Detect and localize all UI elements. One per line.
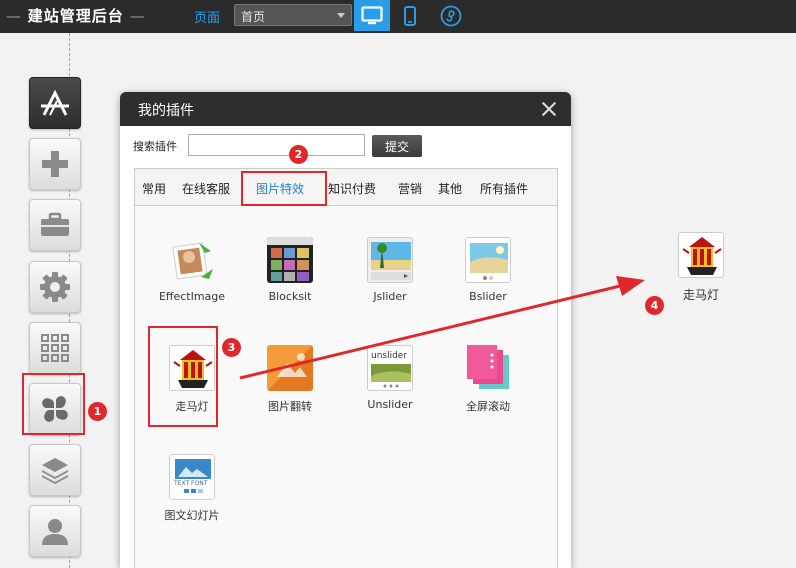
plugin-label: EffectImage — [158, 290, 226, 303]
plugin-item-unslider[interactable]: unslider Unslider — [350, 345, 430, 411]
page-label: 页面 — [194, 11, 221, 26]
plugin-item-jslider[interactable]: Jslider — [350, 237, 430, 303]
desktop-view-button[interactable] — [354, 0, 390, 31]
search-input[interactable] — [188, 134, 365, 156]
effectimage-icon — [169, 237, 215, 283]
desktop-icon — [361, 5, 383, 24]
plugin-label: 全屏滚动 — [466, 400, 510, 413]
jslider-icon — [367, 237, 413, 283]
app-title: — 建站管理后台 — — [6, 7, 146, 25]
plugin-item-image-flip[interactable]: 图片翻转 — [250, 345, 330, 414]
mobile-icon — [404, 5, 416, 26]
grid-icon — [41, 334, 69, 362]
unslider-icon: unslider — [367, 345, 413, 391]
plugin-tabs: 常用 在线客服 图片特效 知识付费 营销 其他 所有插件 — [134, 168, 558, 206]
plugin-label: 图片翻转 — [268, 400, 312, 413]
sidebar-item-grid[interactable] — [29, 322, 81, 374]
mini-program-view-button[interactable] — [433, 0, 469, 31]
tab-common[interactable]: 常用 — [142, 180, 166, 197]
tab-paid-knowledge[interactable]: 知识付费 — [328, 180, 376, 197]
dialog-title: 我的插件 — [138, 103, 194, 119]
page-select-value: 首页 — [241, 10, 266, 24]
sidebar-item-add[interactable] — [29, 138, 81, 190]
app-store-icon — [41, 89, 69, 116]
plugin-item-image-text-slideshow[interactable]: TEXT FONT 图文幻灯片 — [152, 454, 232, 523]
fullscreen-scroll-icon — [465, 345, 511, 391]
dropped-plugin-label: 走马灯 — [682, 288, 719, 302]
annotation-box-3 — [148, 326, 218, 427]
plugin-item-blocksit[interactable]: Blocksit — [250, 237, 330, 303]
submit-button[interactable]: 提交 — [372, 135, 422, 157]
image-text-slideshow-icon: TEXT FONT — [169, 454, 215, 500]
tab-marketing[interactable]: 营销 — [398, 180, 422, 197]
plugin-label: 图文幻灯片 — [164, 509, 220, 522]
chevron-down-icon — [337, 13, 345, 18]
sidebar-item-app-store[interactable] — [29, 77, 81, 129]
page-select[interactable]: 首页 — [234, 4, 352, 26]
sidebar-item-layers[interactable] — [29, 444, 81, 496]
dialog-header: 我的插件 — [120, 92, 571, 126]
annotation-badge-3: 3 — [222, 338, 241, 357]
bslider-icon — [465, 237, 511, 283]
plugin-label: Blocksit — [268, 290, 312, 303]
plus-icon — [42, 151, 68, 177]
annotation-box-1 — [22, 373, 85, 435]
image-flip-icon — [267, 345, 313, 391]
plugin-label: Jslider — [373, 290, 407, 303]
gear-icon — [40, 272, 70, 302]
mobile-view-button[interactable] — [392, 0, 428, 31]
layers-icon — [42, 458, 68, 484]
sidebar-item-toolbox[interactable] — [29, 199, 81, 251]
sidebar-item-settings[interactable] — [29, 261, 81, 313]
tab-online-service[interactable]: 在线客服 — [182, 180, 230, 197]
plugin-item-fullscreen-scroll[interactable]: 全屏滚动 — [448, 345, 528, 414]
annotation-box-2 — [241, 171, 327, 206]
user-icon — [42, 519, 68, 545]
plugin-item-effectimage[interactable]: EffectImage — [152, 237, 232, 303]
plugin-label: Bslider — [469, 290, 507, 303]
annotation-badge-4: 4 — [645, 296, 664, 315]
plugin-label: Unslider — [367, 398, 413, 411]
blocksit-icon — [267, 237, 313, 283]
carousel-icon — [678, 232, 724, 278]
close-icon[interactable] — [541, 101, 557, 117]
top-bar: — 建站管理后台 — 页面 首页 — [0, 0, 796, 33]
plugin-item-bslider[interactable]: Bslider — [448, 237, 528, 303]
mini-program-icon — [440, 5, 462, 26]
annotation-badge-2: 2 — [289, 145, 308, 164]
sidebar-item-user[interactable] — [29, 505, 81, 557]
tab-other[interactable]: 其他 — [438, 180, 462, 197]
tab-all-plugins[interactable]: 所有插件 — [480, 180, 528, 197]
toolbox-icon — [41, 212, 69, 236]
search-label: 搜索插件 — [133, 140, 177, 153]
textfont-icon-text: TEXT FONT — [174, 480, 208, 487]
annotation-badge-1: 1 — [88, 402, 107, 421]
dropped-plugin-carousel[interactable]: 走马灯 — [663, 232, 739, 303]
